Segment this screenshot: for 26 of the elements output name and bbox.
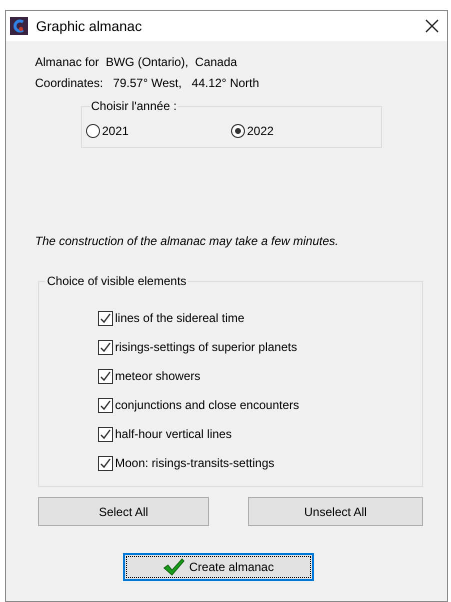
checkbox-icon[interactable] [98, 426, 113, 442]
option-checkbox[interactable]: lines of the sidereal time [98, 308, 244, 328]
option-checkbox[interactable]: risings-settings of superior planets [98, 337, 298, 357]
radio-button-icon[interactable] [86, 124, 100, 138]
checkbox-icon[interactable] [98, 398, 113, 412]
option-checkbox[interactable]: half-hour vertical lines [98, 424, 232, 444]
close-icon[interactable] [425, 19, 439, 33]
checkbox-icon[interactable] [98, 340, 113, 354]
window-title: Graphic almanac [36, 16, 142, 36]
unselect-all-button[interactable]: Unselect All [248, 497, 423, 526]
notice-text: The construction of the almanac may take a few minutes. [35, 233, 340, 250]
create-almanac-button[interactable]: Create almanac [123, 553, 314, 581]
checkbox-icon[interactable] [98, 368, 113, 384]
option-checkbox[interactable]: Moon: risings-transits-settings [98, 453, 274, 473]
option-checkbox[interactable]: meteor showers [98, 366, 200, 386]
info-text: Almanac for BWG (Ontario), Canada [35, 54, 238, 71]
checkbox-icon[interactable] [98, 456, 113, 470]
checkmark-icon [163, 558, 186, 576]
checkbox-icon[interactable] [98, 310, 113, 326]
radio-button-icon[interactable] [231, 124, 245, 138]
year-radio[interactable]: 2021 [86, 122, 231, 140]
app-logo-icon [10, 17, 28, 35]
option-checkbox[interactable]: conjunctions and close encounters [98, 395, 300, 415]
info-text: Coordinates: 79.57° West, 44.12° North [35, 75, 260, 92]
year-radio[interactable]: 2022 [231, 122, 376, 140]
select-all-button[interactable]: Select All [38, 497, 209, 526]
